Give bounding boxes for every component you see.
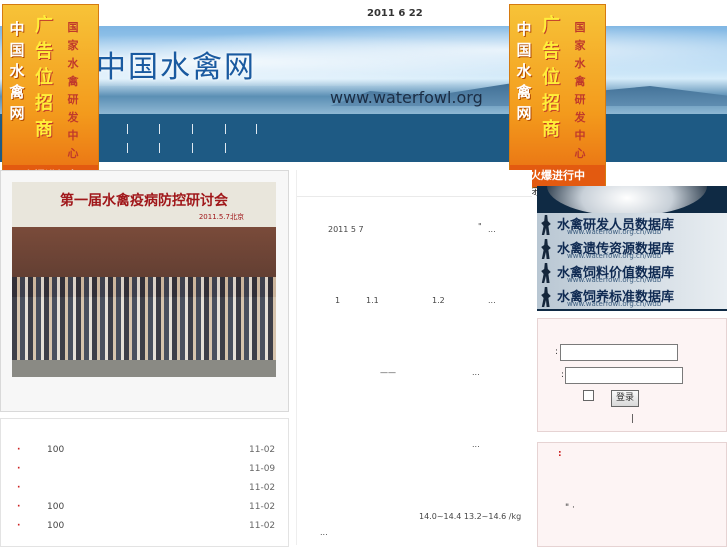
news-date: 11-02 — [249, 445, 276, 455]
username-label: : — [555, 347, 559, 357]
nav-separator — [159, 124, 160, 134]
left-ad-banner[interactable]: 中国水禽网 广告位招商 国家水禽研发中心 火爆进行中 — [2, 4, 99, 188]
dome-image — [547, 186, 707, 216]
news-title[interactable]: 100 — [47, 521, 64, 531]
person-icon — [541, 263, 551, 283]
news-item[interactable]: · 100 11-02 — [1, 502, 288, 520]
nav-separator — [127, 143, 128, 153]
site-title[interactable]: 中国水禽网 — [96, 42, 256, 86]
article-date[interactable]: 2011 5 7 — [328, 225, 364, 234]
article-num: 1 — [335, 296, 341, 305]
login-button[interactable]: 登录 — [611, 390, 639, 407]
more-link[interactable]: ... — [488, 296, 496, 305]
article-num: 1.1 — [366, 296, 379, 305]
news-item[interactable]: · 11-02 — [1, 483, 288, 501]
database-link[interactable]: 水禽饲养标准数据库 www.waterfowl.org.cn/wdb — [537, 285, 727, 309]
database-url: www.waterfowl.org.cn/wdb — [567, 300, 662, 308]
date-bar — [0, 0, 727, 26]
ad-site-name: 中国水禽网 — [516, 20, 532, 122]
article-dash: —— — [380, 368, 396, 377]
site-url[interactable]: www.waterfowl.org — [330, 88, 483, 107]
database-link[interactable]: 水禽研发人员数据库 www.waterfowl.org.cn/wdb — [537, 213, 727, 237]
current-date: 2011 6 22 — [367, 8, 423, 19]
bullet-icon: · — [17, 464, 21, 474]
article-quote: " — [478, 222, 482, 231]
ad-site-name: 中国水禽网 — [9, 20, 25, 122]
news-date: 11-02 — [249, 521, 276, 531]
photo-ground — [12, 360, 276, 377]
more-link[interactable]: ... — [488, 225, 496, 234]
database-links-panel: 水禽研发人员数据库 www.waterfowl.org.cn/wdb 水禽遗传资… — [537, 186, 727, 311]
nav-separator — [256, 124, 257, 134]
news-item[interactable]: · 11-09 — [1, 464, 288, 482]
nav-separator — [127, 124, 128, 134]
news-title[interactable]: 100 — [47, 502, 64, 512]
bullet-icon: · — [17, 445, 21, 455]
login-links-separator: | — [631, 414, 635, 424]
person-icon — [541, 215, 551, 235]
more-link[interactable]: ... — [320, 528, 328, 537]
photo-caption-title: 第一届水禽疫病防控研讨会 — [60, 193, 228, 209]
notice-colon: : — [558, 449, 562, 459]
ad-slogan: 广告位招商 — [35, 15, 53, 140]
news-list-panel: · 100 11-02 · 11-09 · 11-02 · 100 11-02 … — [0, 418, 289, 547]
price-info[interactable]: 14.0~14.4 13.2~14.6 /kg — [419, 512, 521, 521]
username-input[interactable] — [560, 344, 678, 361]
ad-center-name: 国家水禽研发中心 — [67, 21, 79, 160]
person-icon — [541, 287, 551, 307]
divider — [297, 196, 532, 197]
nav-separator — [192, 124, 193, 134]
ad-center-name: 国家水禽研发中心 — [574, 21, 586, 160]
remember-checkbox[interactable] — [583, 390, 594, 401]
nav-separator — [225, 143, 226, 153]
bullet-icon: · — [17, 521, 21, 531]
bullet-icon: · — [17, 502, 21, 512]
database-link[interactable]: 水禽饲料价值数据库 www.waterfowl.org.cn/wdb — [537, 261, 727, 285]
database-url: www.waterfowl.org.cn/wdb — [567, 252, 662, 260]
database-url: www.waterfowl.org.cn/wdb — [567, 228, 662, 236]
photo-group — [12, 277, 276, 362]
notice-quote: " · — [565, 503, 575, 513]
featured-photo[interactable]: 第一届水禽疫病防控研讨会 2011.5.7北京 — [12, 182, 276, 377]
person-icon — [541, 239, 551, 259]
password-input[interactable] — [565, 367, 683, 384]
notice-panel — [537, 442, 727, 547]
news-date: 11-02 — [249, 502, 276, 512]
more-link[interactable]: ... — [472, 440, 480, 449]
more-link[interactable]: ... — [472, 368, 480, 377]
news-title[interactable]: 100 — [47, 445, 64, 455]
news-date: 11-09 — [249, 464, 276, 474]
article-num: 1.2 — [432, 296, 445, 305]
nav-separator — [225, 124, 226, 134]
right-ad-banner[interactable]: 中国水禽网 广告位招商 国家水禽研发中心 火爆进行中 — [509, 4, 606, 188]
bullet-icon: · — [17, 483, 21, 493]
database-link[interactable]: 水禽遗传资源数据库 www.waterfowl.org.cn/wdb — [537, 237, 727, 261]
main-nav-bar — [0, 114, 727, 162]
news-item[interactable]: · 100 11-02 — [1, 521, 288, 539]
nav-separator — [159, 143, 160, 153]
password-label: : — [561, 370, 565, 380]
photo-caption-date: 2011.5.7北京 — [198, 213, 244, 221]
news-date: 11-02 — [249, 483, 276, 493]
news-item[interactable]: · 100 11-02 — [1, 445, 288, 463]
nav-separator — [192, 143, 193, 153]
ad-slogan: 广告位招商 — [542, 15, 560, 140]
database-url: www.waterfowl.org.cn/wdb — [567, 276, 662, 284]
